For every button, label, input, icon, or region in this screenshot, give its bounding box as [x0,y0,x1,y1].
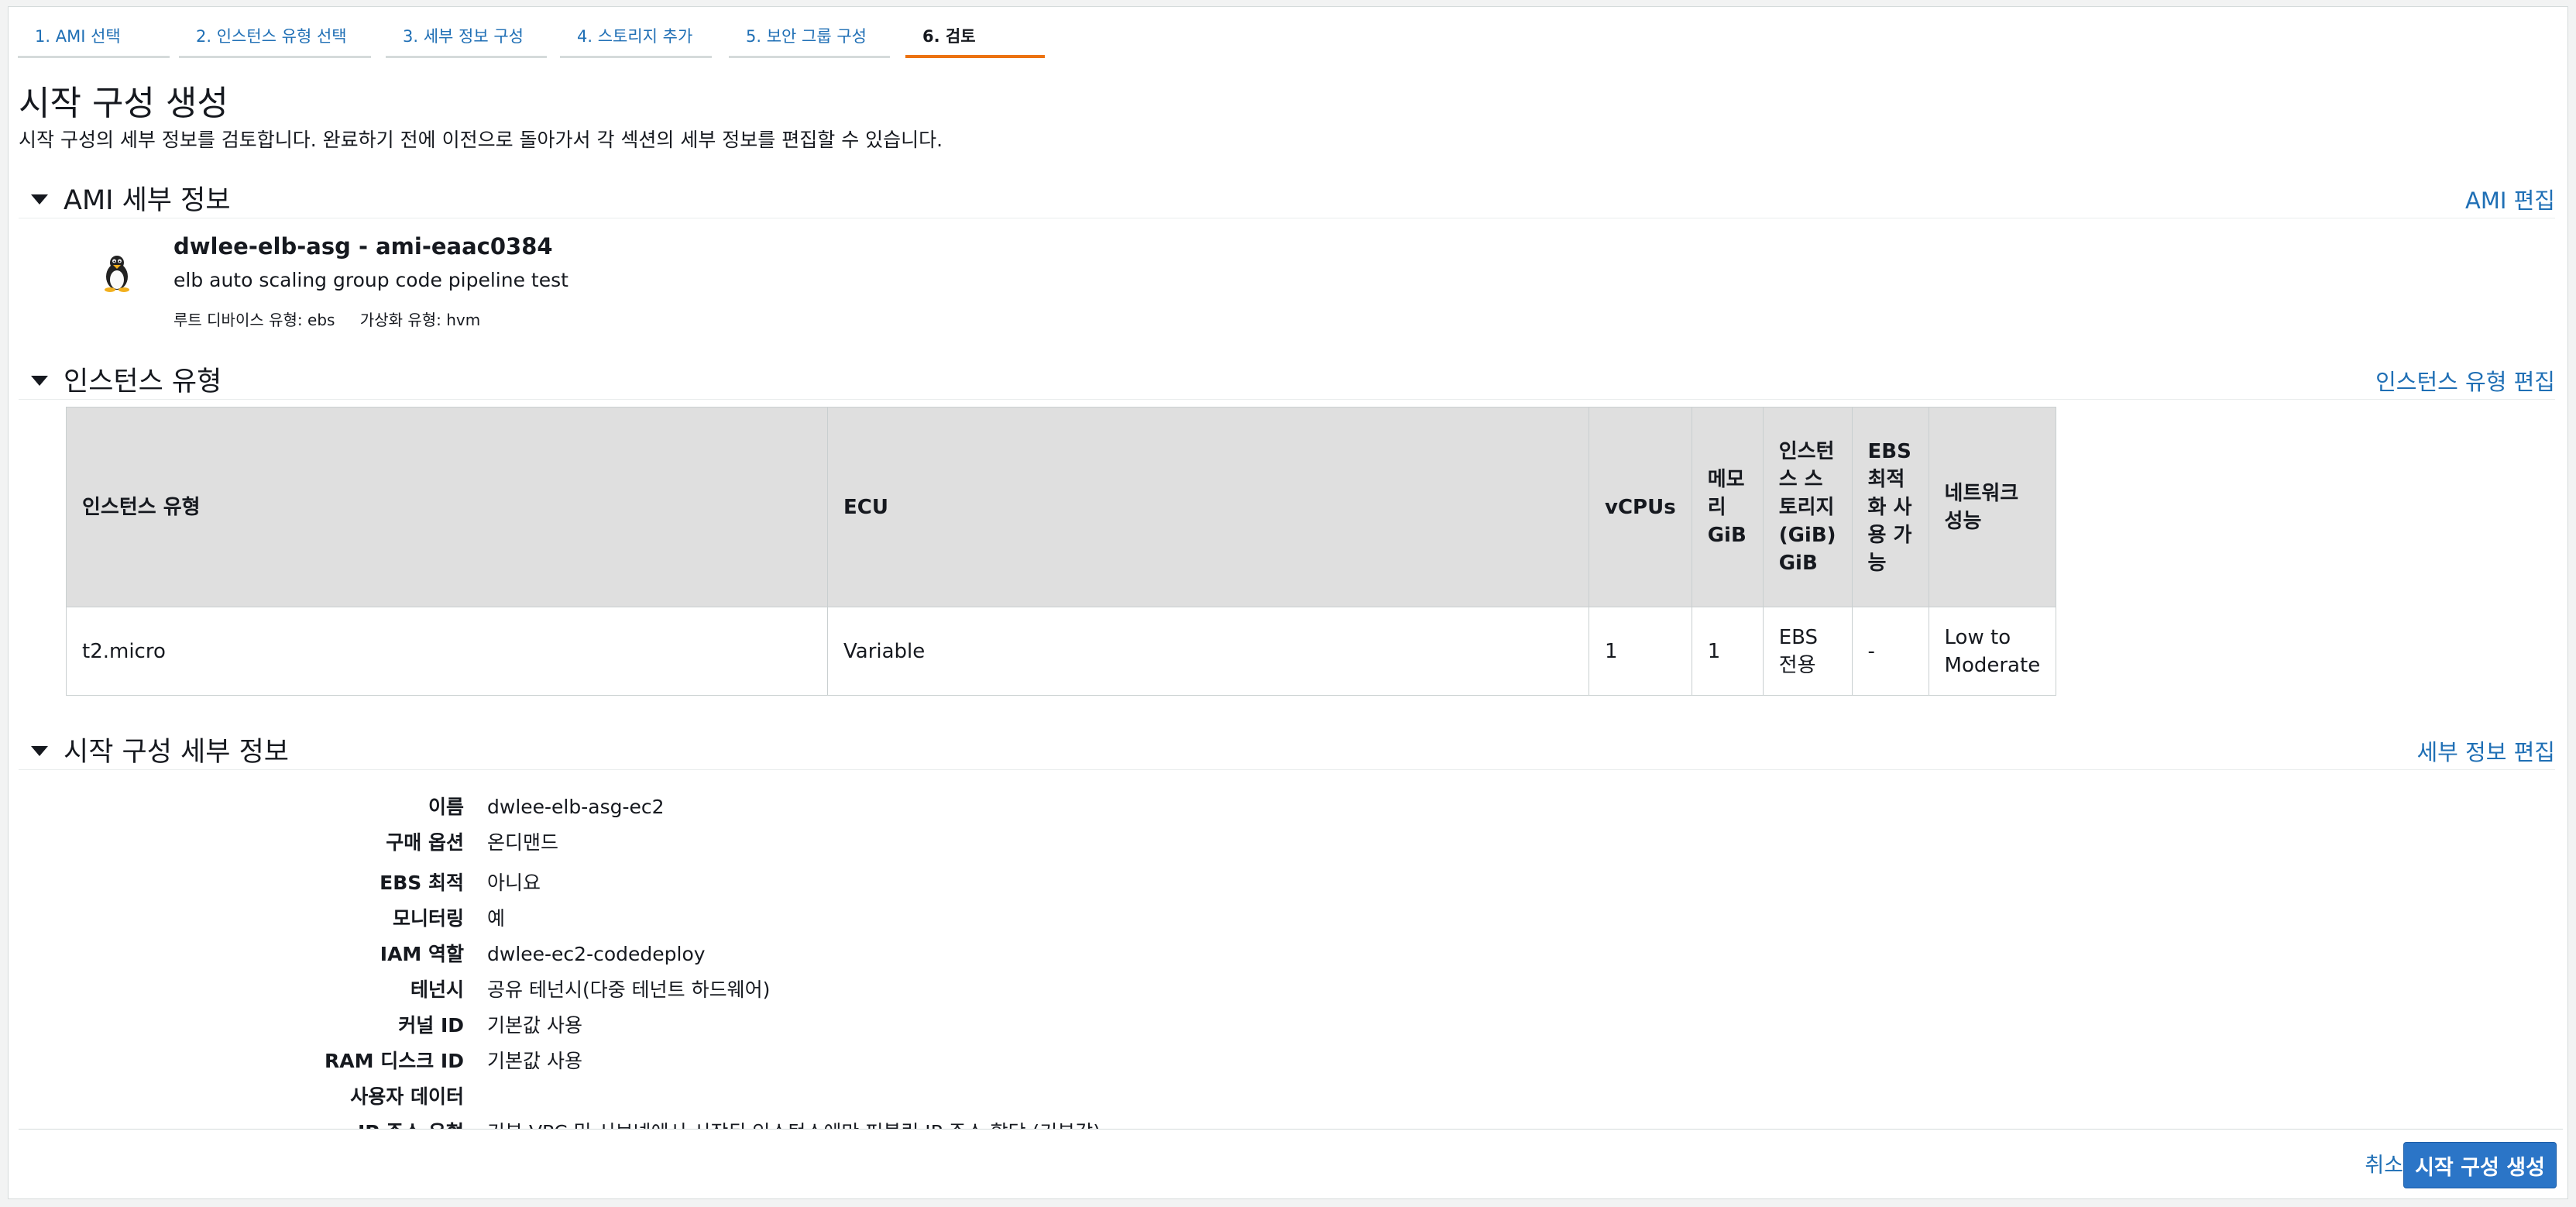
instance-section-title: 인스턴스 유형 [64,366,222,397]
ami-description: elb auto scaling group code pipeline tes… [173,269,568,291]
detail-row: 구매 옵션 온디맨드 [19,825,2555,861]
column-header: 네트워크 성능 [1928,407,2057,607]
table-header-row: 인스턴스 유형 ECU vCPUs 메모리 GiB 인스턴스 스토리지 (GiB… [66,407,2057,607]
column-header: vCPUs [1589,407,1692,607]
detail-row: 테넌시 공유 테넌시(다중 테넌트 하드웨어) [19,972,2555,1008]
detail-row: 사용자 데이터 [19,1079,2555,1115]
detail-value: dwlee-ec2-codedeploy [487,943,706,965]
ami-section-header[interactable]: AMI 세부 정보 AMI 편집 [19,184,2555,218]
ami-section-title: AMI 세부 정보 [64,185,231,216]
instance-section-header[interactable]: 인스턴스 유형 인스턴스 유형 편집 [19,365,2555,400]
detail-label: 모니터링 [392,907,464,930]
instance-type-table: 인스턴스 유형 ECU vCPUs 메모리 GiB 인스턴스 스토리지 (GiB… [66,407,2057,696]
detail-row: 커널 ID 기본값 사용 [19,1008,2555,1044]
detail-value: 기본값 사용 [487,1050,582,1072]
details-section-title: 시작 구성 세부 정보 [64,737,289,768]
detail-value: 공유 테넌시(다중 테넌트 하드웨어) [487,978,771,1001]
table-cell: EBS 전용 [1762,607,1853,696]
tab-ami[interactable]: 1. AMI 선택 [18,15,170,58]
edit-details-link[interactable]: 세부 정보 편집 [2416,737,2555,768]
detail-label: RAM 디스크 ID [325,1050,464,1072]
detail-row: 모니터링 예 [19,901,2555,937]
collapse-caret-icon[interactable] [31,194,48,205]
wizard-frame: 1. AMI 선택 2. 인스턴스 유형 선택 3. 세부 정보 구성 4. 스… [8,6,2568,1199]
details-section-header[interactable]: 시작 구성 세부 정보 세부 정보 편집 [19,735,2555,770]
page-title: 시작 구성 생성 [19,84,228,123]
table-cell: Variable [827,607,1589,696]
create-launch-configuration-button[interactable]: 시작 구성 생성 [2403,1142,2557,1188]
detail-label: IP 주소 유형 [358,1115,464,1129]
tab-configure-details[interactable]: 3. 세부 정보 구성 [386,15,547,58]
tab-security-group[interactable]: 5. 보안 그룹 구성 [729,15,890,58]
tab-review[interactable]: 6. 검토 [905,15,1045,58]
tab-add-storage[interactable]: 4. 스토리지 추가 [560,15,712,58]
detail-label: 이름 [428,796,464,818]
tab-instance-type[interactable]: 2. 인스턴스 유형 선택 [179,15,371,58]
column-header: 메모리 GiB [1691,407,1764,607]
column-header: 인스턴스 스토리지 (GiB) GiB [1762,407,1853,607]
wizard-footer: 취소 이전 시작 구성 생성 [19,1129,2563,1193]
table-cell: t2.micro [66,607,828,696]
page-description: 시작 구성의 세부 정보를 검토합니다. 완료하기 전에 이전으로 돌아가서 각… [19,129,943,151]
detail-label: 커널 ID [398,1014,464,1037]
detail-row: 이름 dwlee-elb-asg-ec2 [19,789,2555,825]
ami-meta: 루트 디바이스 유형: ebs 가상화 유형: hvm [173,308,500,330]
table-cell: 1 [1589,607,1692,696]
detail-row: IAM 역할 dwlee-ec2-codedeploy [19,937,2555,972]
detail-label: 사용자 데이터 [350,1085,464,1108]
column-header: 인스턴스 유형 [66,407,828,607]
detail-value: 아니요 [487,872,541,894]
collapse-caret-icon[interactable] [31,746,48,756]
edit-ami-link[interactable]: AMI 편집 [2465,185,2555,216]
root-device-type: 루트 디바이스 유형: ebs [173,311,335,329]
detail-value: 예 [487,907,506,930]
detail-value: 기본 VPC 및 서브넷에서 시작된 인스턴스에만 퍼블릭 IP 주소 할당 (… [487,1115,1101,1129]
detail-label: IAM 역할 [380,943,464,965]
collapse-caret-icon[interactable] [31,376,48,386]
table-row: t2.micro Variable 1 1 EBS 전용 - Low to Mo… [66,607,2057,696]
linux-tux-icon [105,256,129,292]
table-cell: Low to Moderate [1928,607,2057,696]
table-cell: 1 [1691,607,1764,696]
virtualization-type: 가상화 유형: hvm [359,311,481,329]
detail-value: 기본값 사용 [487,1014,582,1037]
detail-row: IP 주소 유형 기본 VPC 및 서브넷에서 시작된 인스턴스에만 퍼블릭 I… [19,1115,2555,1129]
column-header: ECU [827,407,1589,607]
detail-label: 테넌시 [410,978,464,1001]
detail-value: 온디맨드 [487,831,559,854]
table-cell: - [1851,607,1929,696]
ami-name: dwlee-elb-asg - ami-eaac0384 [173,233,553,260]
detail-row: RAM 디스크 ID 기본값 사용 [19,1044,2555,1079]
edit-instance-type-link[interactable]: 인스턴스 유형 편집 [2375,366,2555,397]
detail-row: EBS 최적 아니요 [19,865,2555,901]
detail-label: 구매 옵션 [386,831,464,854]
details-list[interactable]: 이름 dwlee-elb-asg-ec2 구매 옵션 온디맨드 EBS 최적 아… [19,789,2555,1129]
column-header: EBS 최적화 사용 가능 [1851,407,1929,607]
detail-value: dwlee-elb-asg-ec2 [487,796,665,818]
detail-label: EBS 최적 [380,872,464,894]
